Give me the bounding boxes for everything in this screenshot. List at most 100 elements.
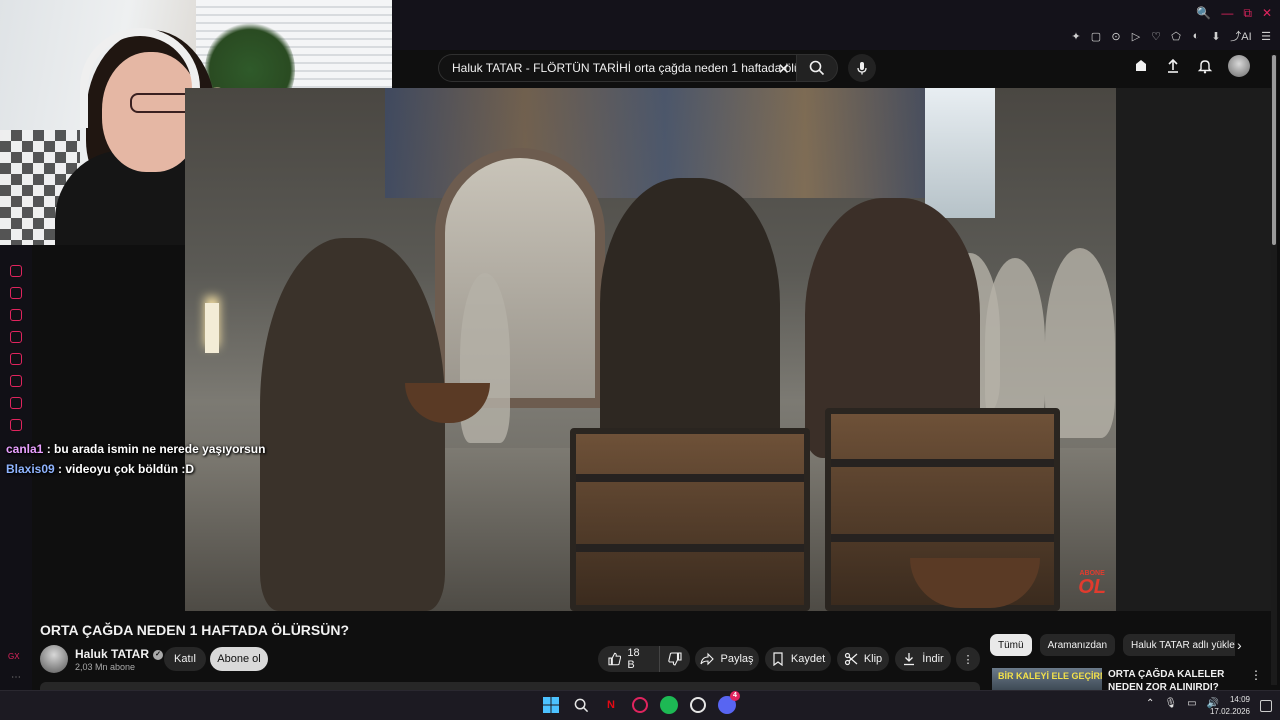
search-bar: Haluk TATAR - FLÖRTÜN TARİHİ orta çağda … bbox=[438, 54, 838, 82]
bell-icon[interactable] bbox=[1196, 57, 1214, 75]
discord-icon[interactable]: 4 bbox=[718, 691, 740, 714]
subscribe-button[interactable]: Abone ol bbox=[210, 647, 268, 671]
subscriber-count: 2,03 Mn abone bbox=[75, 662, 136, 672]
ai-icon[interactable]: ⤴AI bbox=[1230, 28, 1252, 44]
video-candle bbox=[205, 303, 219, 353]
chat-username: canla1 bbox=[6, 442, 44, 456]
snapshot-icon[interactable]: ▢ bbox=[1090, 30, 1102, 43]
account-avatar[interactable] bbox=[1228, 55, 1250, 77]
discord-badge: 4 bbox=[730, 691, 740, 701]
share-icon bbox=[700, 652, 715, 666]
chat-overlay: canla1 : bu arada ismin ne nerede yaşıyo… bbox=[6, 439, 265, 479]
taskbar-apps: N 4 bbox=[542, 691, 740, 714]
download-button[interactable]: İndir bbox=[895, 647, 951, 671]
video-monk-left bbox=[260, 238, 445, 611]
microphone-tray-icon[interactable]: 🎙 bbox=[1164, 698, 1177, 709]
clock-date: 17.02.2026 bbox=[1209, 707, 1250, 716]
gx-more-icon[interactable]: ⋯ bbox=[11, 672, 21, 683]
minimize-icon[interactable]: — bbox=[1221, 6, 1233, 21]
download-icon bbox=[904, 653, 915, 666]
search-query: Haluk TATAR - FLÖRTÜN TARİHİ orta çağda … bbox=[452, 61, 796, 75]
close-window-icon[interactable]: ✕ bbox=[1262, 6, 1272, 21]
menu-icon[interactable]: ☰ bbox=[1260, 30, 1272, 43]
channel-name[interactable]: Haluk TATAR ✓ bbox=[75, 647, 163, 661]
download-label: İndir bbox=[922, 653, 944, 665]
netflix-icon[interactable]: N bbox=[602, 696, 620, 714]
chip-from-search[interactable]: Aramanızdan bbox=[1039, 634, 1116, 656]
share-button[interactable]: Paylaş bbox=[695, 647, 759, 671]
history-icon[interactable] bbox=[10, 397, 22, 409]
gx-store-icon[interactable] bbox=[10, 287, 22, 299]
recommendation-more-icon[interactable]: ⋮ bbox=[1250, 668, 1262, 682]
steam-icon[interactable] bbox=[690, 697, 706, 713]
download-icon[interactable]: ⬇ bbox=[1210, 30, 1222, 43]
scrollbar-thumb[interactable] bbox=[1272, 55, 1276, 245]
player-icon[interactable]: ▷ bbox=[1130, 30, 1142, 43]
chip-all[interactable]: Tümü bbox=[990, 634, 1032, 656]
microphone-button[interactable] bbox=[848, 54, 876, 82]
gx-settings-icon[interactable] bbox=[10, 419, 22, 431]
upload-icon[interactable] bbox=[1164, 57, 1182, 75]
more-actions-button[interactable]: ⋮ bbox=[956, 647, 980, 671]
video-player[interactable]: ABONE OL bbox=[185, 88, 1116, 611]
thumbs-down-icon bbox=[668, 652, 682, 666]
notifications-icon[interactable] bbox=[1260, 700, 1272, 712]
pin-icon[interactable]: ✦ bbox=[1070, 30, 1082, 43]
heart-icon[interactable]: ♡ bbox=[1150, 30, 1162, 43]
channel-name-text: Haluk TATAR bbox=[75, 647, 149, 661]
vpn-icon[interactable]: ⊙ bbox=[1110, 30, 1122, 43]
dislike-button[interactable] bbox=[660, 646, 690, 672]
gx-home-icon[interactable] bbox=[10, 265, 22, 277]
chip-from-uploader[interactable]: Haluk TATAR adlı yükleyen bbox=[1123, 634, 1235, 656]
opera-gx-icon[interactable] bbox=[632, 697, 648, 713]
gx-label: GX bbox=[8, 652, 20, 661]
search-input[interactable]: Haluk TATAR - FLÖRTÜN TARİHİ orta çağda … bbox=[438, 54, 796, 82]
gx-circle-icon[interactable] bbox=[10, 353, 22, 365]
side-panel bbox=[1116, 88, 1271, 611]
join-button[interactable]: Katıl bbox=[164, 647, 206, 671]
clock-time: 14:09 bbox=[1229, 695, 1250, 704]
like-dislike-group: 18 B bbox=[598, 646, 690, 672]
video-chest-left bbox=[570, 428, 810, 611]
related-filter-chips: Tümü Aramanızdan Haluk TATAR adlı yükley… bbox=[990, 634, 1235, 656]
profile-icon[interactable]: ◐ bbox=[1190, 30, 1202, 42]
taskbar-clock[interactable]: 14:09 17.02.2026 bbox=[1210, 694, 1250, 718]
extension-bar: ✦ ▢ ⊙ ▷ ♡ ⬠ ◐ ⬇ ⤴AI ☰ bbox=[1070, 28, 1272, 44]
subscribe-label: Abone ol bbox=[217, 653, 261, 665]
twitch-icon[interactable] bbox=[10, 331, 22, 343]
taskbar: N 4 ⌃ 🎙 ▭ 🔊 14:09 17.02.2026 bbox=[0, 690, 1280, 720]
channel-avatar[interactable] bbox=[40, 645, 68, 673]
maximize-icon[interactable]: ⧉ bbox=[1243, 6, 1252, 21]
search-tabs-icon[interactable]: 🔍 bbox=[1196, 6, 1211, 21]
extensions-icon[interactable]: ⬠ bbox=[1170, 30, 1182, 43]
description-box[interactable] bbox=[40, 682, 980, 690]
spotify-icon[interactable] bbox=[660, 696, 678, 714]
recommendation-title[interactable]: ORTA ÇAĞDA KALELER NEDEN ZOR ALINIRDI? bbox=[1108, 668, 1243, 690]
save-label: Kaydet bbox=[790, 653, 826, 665]
video-title: ORTA ÇAĞDA NEDEN 1 HAFTADA ÖLÜRSÜN? bbox=[40, 622, 350, 638]
create-icon[interactable] bbox=[1132, 57, 1150, 75]
save-button[interactable]: Kaydet bbox=[765, 647, 831, 671]
chat-text: : bu arada ismin ne nerede yaşıyorsun bbox=[43, 442, 266, 456]
clip-label: Klip bbox=[863, 653, 883, 665]
display-icon[interactable]: ▭ bbox=[1187, 698, 1196, 709]
like-button[interactable]: 18 B bbox=[598, 646, 660, 672]
windows-start-icon[interactable] bbox=[542, 696, 560, 714]
chevron-right-icon[interactable]: › bbox=[1237, 637, 1242, 653]
recommendation-thumbnail[interactable]: BİR KALEYİ ELE GEÇİRMEK bbox=[992, 668, 1102, 690]
search-icon bbox=[809, 60, 825, 76]
chevron-up-icon[interactable]: ⌃ bbox=[1146, 698, 1154, 709]
clip-button[interactable]: Klip bbox=[837, 647, 889, 671]
gx-player-icon[interactable] bbox=[10, 375, 22, 387]
video-window bbox=[925, 88, 995, 218]
chat-text: : videoyu çok böldün :D bbox=[54, 462, 195, 476]
page-scrollbar[interactable] bbox=[1271, 55, 1277, 685]
search-button[interactable] bbox=[796, 54, 838, 82]
gx-mail-icon[interactable] bbox=[10, 309, 22, 321]
like-count: 18 B bbox=[627, 647, 640, 671]
scissors-icon bbox=[844, 652, 858, 666]
close-icon[interactable]: ✕ bbox=[777, 60, 790, 78]
search-icon[interactable] bbox=[572, 696, 590, 714]
video-crowd-figure bbox=[985, 258, 1045, 428]
screen: 🔍 — ⧉ ✕ ✦ ▢ ⊙ ▷ ♡ ⬠ ◐ ⬇ ⤴AI ☰ GX ⋯ Haluk… bbox=[0, 0, 1280, 720]
